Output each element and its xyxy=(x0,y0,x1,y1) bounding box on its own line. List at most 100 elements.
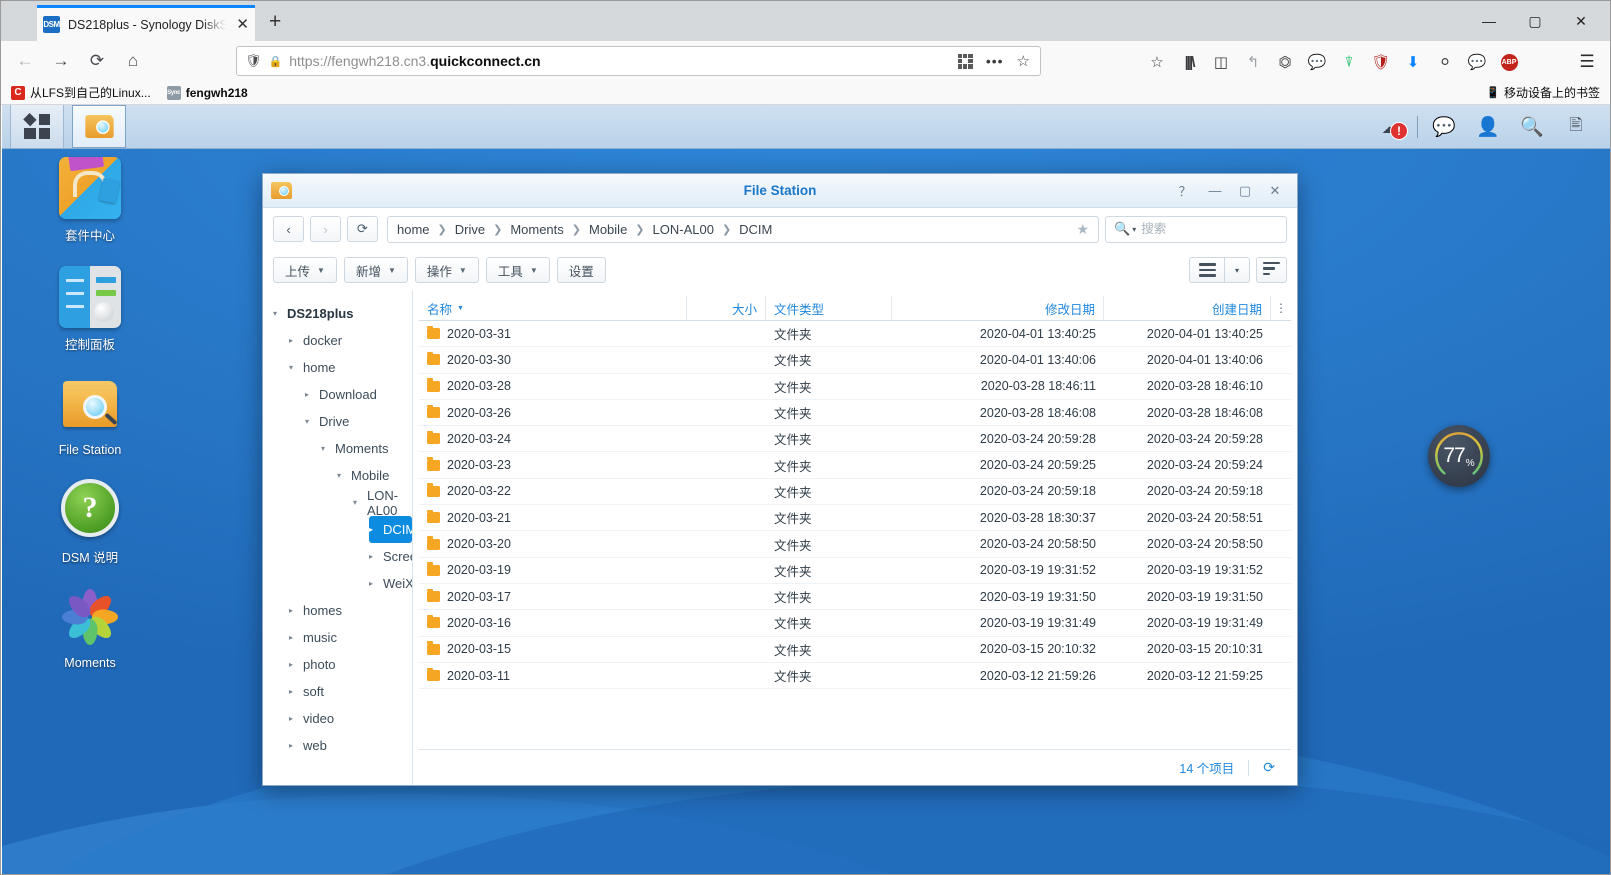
window-close-button[interactable]: ✕ xyxy=(1261,179,1289,203)
tree-node-mobile[interactable]: ▾ Mobile xyxy=(337,462,412,489)
browser-tab[interactable]: DSM DS218plus - Synology DiskSt ✕ xyxy=(37,5,255,41)
search-box[interactable]: 🔍 ▾ xyxy=(1105,215,1287,243)
table-row[interactable]: 2020-03-26 文件夹 2020-03-28 18:46:08 2020-03-… xyxy=(419,400,1291,427)
table-row[interactable]: 2020-03-15 文件夹 2020-03-15 20:10:32 2020-03-… xyxy=(419,637,1291,663)
account-icon[interactable]: ⚪ xyxy=(1429,47,1461,77)
desktop-icon-moments[interactable]: Moments xyxy=(38,588,142,670)
chevron-right-icon[interactable]: ▸ xyxy=(369,579,383,588)
page-actions-icon[interactable]: ••• xyxy=(986,53,1004,69)
table-row[interactable]: 2020-03-28 文件夹 2020-03-28 18:46:11 2020-03-… xyxy=(419,374,1291,400)
breadcrumb-item[interactable]: home xyxy=(397,222,430,237)
tree-node-soft[interactable]: ▸ soft xyxy=(289,678,412,705)
taskbar-app-file-station[interactable] xyxy=(72,105,126,148)
breadcrumb-item[interactable]: Drive xyxy=(455,222,485,237)
url-bar[interactable]: 🛡 🔒 https://fengwh218.cn3.quickconnect.c… xyxy=(236,46,1041,76)
system-alert-icon[interactable]: ☁ ! xyxy=(1369,105,1413,149)
column-header-name[interactable]: 名称 ▼ xyxy=(419,296,687,320)
close-button[interactable]: ✕ xyxy=(1558,5,1604,37)
wps-icon[interactable]: ⍒ xyxy=(1333,47,1365,77)
table-row[interactable]: 2020-03-11 文件夹 2020-03-12 21:59:26 2020-03-… xyxy=(419,663,1291,690)
nav-forward-button[interactable]: › xyxy=(310,216,341,242)
lastpass-icon[interactable]: 🛡 xyxy=(1365,47,1397,77)
undo-icon[interactable]: ↰ xyxy=(1237,47,1269,77)
column-header-size[interactable]: 大小 xyxy=(687,296,766,320)
tree-node-web[interactable]: ▸ web xyxy=(289,732,412,759)
download-icon[interactable]: ⬇ xyxy=(1397,47,1429,77)
table-row[interactable]: 2020-03-20 文件夹 2020-03-24 20:58:50 2020-03-… xyxy=(419,531,1291,558)
table-row[interactable]: 2020-03-22 文件夹 2020-03-24 20:59:18 2020-03-… xyxy=(419,479,1291,506)
toolbar-button-操作[interactable]: 操作 ▼ xyxy=(414,257,479,283)
chevron-right-icon[interactable]: ▸ xyxy=(305,390,319,399)
table-row[interactable]: 2020-03-31 文件夹 2020-04-01 13:40:25 2020-04-… xyxy=(419,321,1291,348)
pocket-icon[interactable]: ☆ xyxy=(1141,47,1173,77)
adblock-icon[interactable]: ABP xyxy=(1493,47,1525,77)
breadcrumb-item[interactable]: LON-AL00 xyxy=(653,222,714,237)
column-options-icon[interactable]: ⋮ xyxy=(1271,296,1291,320)
table-row[interactable]: 2020-03-19 文件夹 2020-03-19 19:31:52 2020-03-… xyxy=(419,558,1291,584)
chat-icon[interactable]: 💬 xyxy=(1301,47,1333,77)
tree-node-download[interactable]: ▸ Download xyxy=(305,381,412,408)
chevron-right-icon[interactable]: ▸ xyxy=(289,714,303,723)
chevron-down-icon[interactable]: ▾ xyxy=(337,471,351,480)
tab-close-icon[interactable]: ✕ xyxy=(236,17,249,32)
nav-back-button[interactable]: ‹ xyxy=(273,216,304,242)
chevron-right-icon[interactable]: ▸ xyxy=(289,336,303,345)
back-button[interactable]: ← xyxy=(9,46,41,76)
tree-node-docker[interactable]: ▸ docker xyxy=(289,327,412,354)
user-icon[interactable]: 👤 xyxy=(1466,105,1510,149)
tree-node-dcim[interactable]: ▸ DCIM xyxy=(369,516,412,543)
desktop-icon-dsm-help[interactable]: ? DSM 说明 xyxy=(38,479,142,566)
forward-button[interactable]: → xyxy=(45,46,77,76)
desktop-icon-file-station[interactable]: File Station xyxy=(38,375,142,457)
column-header-created[interactable]: 创建日期 xyxy=(1104,296,1271,320)
bookmark-item[interactable]: C 从LFS到自己的Linux... xyxy=(11,84,151,101)
breadcrumb-item[interactable]: Moments xyxy=(510,222,563,237)
chevron-right-icon[interactable]: ▸ xyxy=(289,633,303,642)
footer-refresh-icon[interactable]: ⟳ xyxy=(1263,759,1275,776)
tree-node-home[interactable]: ▾ home xyxy=(289,354,412,381)
tree-node-homes[interactable]: ▸ homes xyxy=(289,597,412,624)
reload-button[interactable]: ⟳ xyxy=(81,46,113,76)
tree-node-photo[interactable]: ▸ photo xyxy=(289,651,412,678)
bubble-icon[interactable]: 💬 xyxy=(1461,47,1493,77)
main-menu-button[interactable] xyxy=(10,105,64,148)
chevron-right-icon[interactable]: ▸ xyxy=(369,552,383,561)
chevron-right-icon[interactable]: ▸ xyxy=(289,606,303,615)
browser-menu-icon[interactable]: ☰ xyxy=(1572,47,1602,77)
search-icon[interactable]: 🔍 xyxy=(1510,105,1554,149)
breadcrumb-item[interactable]: DCIM xyxy=(739,222,772,237)
toolbar-button-上传[interactable]: 上传 ▼ xyxy=(273,257,337,283)
table-row[interactable]: 2020-03-23 文件夹 2020-03-24 20:59:25 2020-03-… xyxy=(419,452,1291,479)
chevron-right-icon[interactable]: ▸ xyxy=(289,687,303,696)
bookmark-item[interactable]: Sync fengwh218 xyxy=(166,85,248,100)
table-row[interactable]: 2020-03-21 文件夹 2020-03-28 18:30:37 2020-03-… xyxy=(419,505,1291,532)
resource-monitor-gauge[interactable]: 77 % xyxy=(1428,425,1490,487)
bookmark-star-icon[interactable]: ☆ xyxy=(1017,52,1030,70)
home-button[interactable]: ⌂ xyxy=(117,46,149,76)
table-row[interactable]: 2020-03-30 文件夹 2020-04-01 13:40:06 2020-04-… xyxy=(419,347,1291,374)
search-input[interactable] xyxy=(1141,222,1278,236)
notification-icon[interactable]: 💬 xyxy=(1422,105,1466,149)
chevron-down-icon[interactable]: ▾ xyxy=(321,444,335,453)
desktop-icon-package-center[interactable]: 套件中心 xyxy=(38,157,142,244)
library-icon[interactable]: |||\ xyxy=(1173,47,1205,77)
screenshot-icon[interactable]: ⏣ xyxy=(1269,47,1301,77)
table-row[interactable]: 2020-03-24 文件夹 2020-03-24 20:59:28 2020-03-… xyxy=(419,426,1291,453)
maximize-button[interactable]: ▢ xyxy=(1512,5,1558,37)
search-caret-icon[interactable]: ▾ xyxy=(1132,225,1136,234)
tree-node-weixin[interactable]: ▸WeiXin xyxy=(369,570,412,597)
tree-node-video[interactable]: ▸ video xyxy=(289,705,412,732)
table-row[interactable]: 2020-03-17 文件夹 2020-03-19 19:31:50 2020-03-… xyxy=(419,584,1291,611)
chevron-right-icon[interactable]: ▸ xyxy=(289,741,303,750)
sidebar-icon[interactable]: ◫ xyxy=(1205,47,1237,77)
breadcrumb-item[interactable]: Mobile xyxy=(589,222,627,237)
view-options-caret[interactable]: ▾ xyxy=(1225,257,1250,283)
tree-node-moments[interactable]: ▾ Moments xyxy=(321,435,412,462)
table-row[interactable]: 2020-03-16 文件夹 2020-03-19 19:31:49 2020-03-… xyxy=(419,610,1291,637)
toolbar-button-新增[interactable]: 新增 ▼ xyxy=(343,257,408,283)
window-minimize-button[interactable]: — xyxy=(1201,179,1229,203)
tree-node-ds218plus[interactable]: ▾ DS218plus xyxy=(273,300,412,327)
window-maximize-button[interactable]: ▢ xyxy=(1231,179,1259,203)
desktop-icon-control-panel[interactable]: 控制面板 xyxy=(38,266,142,353)
nav-refresh-button[interactable]: ⟳ xyxy=(347,216,378,242)
